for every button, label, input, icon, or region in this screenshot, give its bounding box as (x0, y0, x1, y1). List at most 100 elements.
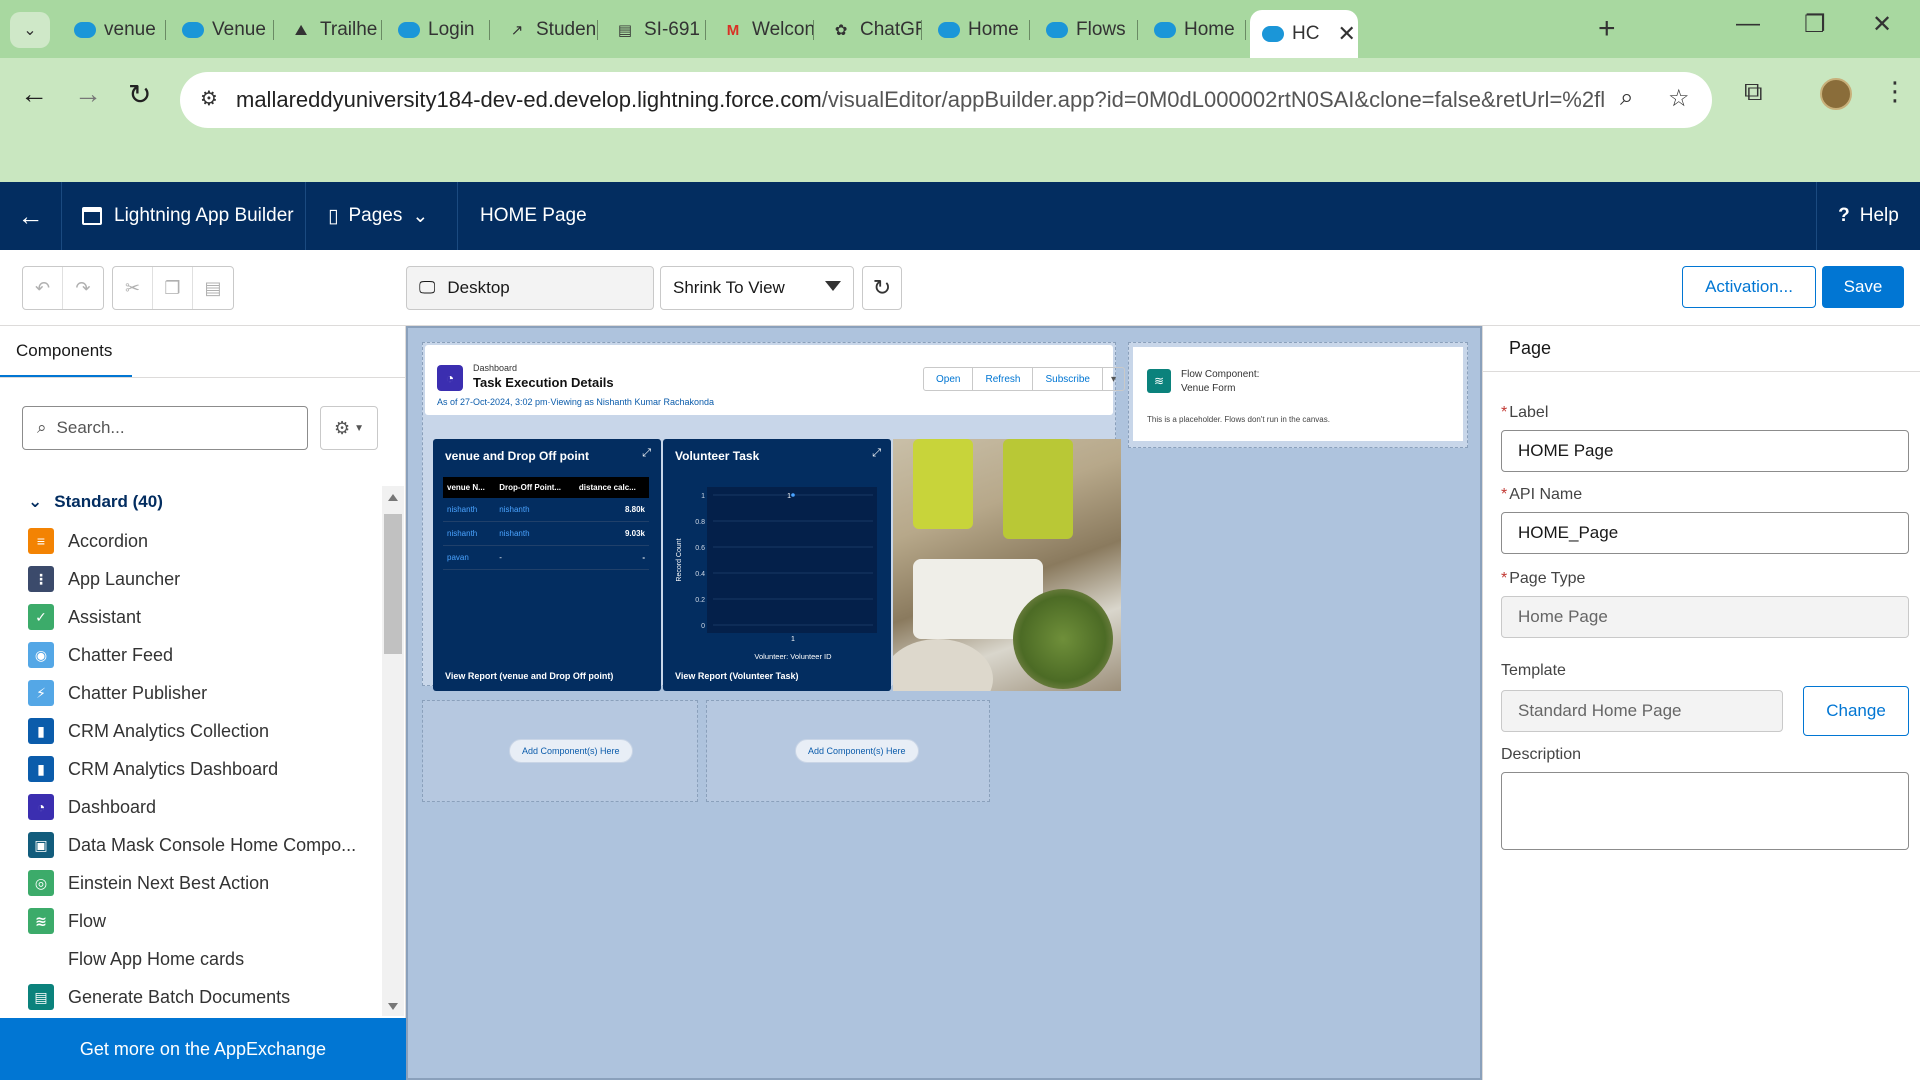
column-header: Drop-Off Point... (495, 477, 575, 498)
site-info-icon[interactable]: ⚙ (200, 86, 226, 112)
section-standard[interactable]: ⌄ Standard (40) (28, 492, 163, 512)
browser-tab[interactable]: Flows (1034, 10, 1138, 50)
tab-components[interactable]: Components (0, 326, 132, 378)
add-component-button[interactable]: Add Component(s) Here (795, 739, 919, 763)
component-search-input[interactable]: ⌕ Search... (22, 406, 308, 450)
close-tab-icon[interactable]: ✕ (1337, 21, 1355, 47)
table-cell[interactable]: nishanth (495, 521, 575, 546)
component-item[interactable]: ▮ CRM Analytics Dashboard (28, 750, 378, 788)
back-button[interactable]: ← (20, 78, 48, 110)
help-button[interactable]: ? Help (1816, 182, 1920, 250)
component-list-scrollbar[interactable] (382, 486, 404, 1016)
browser-tab[interactable]: ⛰ Trailhe (278, 10, 382, 50)
salesforce-cloud-icon (398, 19, 420, 41)
table-cell[interactable]: pavan (443, 545, 496, 570)
minimize-button[interactable]: — (1736, 10, 1760, 38)
dashboard-refresh-button[interactable]: Refresh (973, 368, 1034, 390)
browser-tab[interactable]: M Welcon (710, 10, 814, 50)
browser-tab[interactable]: HC ✕ (1250, 10, 1358, 58)
device-selector[interactable]: 🖵 Desktop (406, 266, 654, 310)
save-button[interactable]: Save (1822, 266, 1904, 308)
salesforce-cloud-icon (1262, 23, 1284, 45)
data-label: 1 (787, 493, 791, 500)
browser-tab[interactable]: Login (386, 10, 490, 50)
component-item[interactable]: ◉ Chatter Feed (28, 636, 378, 674)
copy-button[interactable]: ❐ (153, 267, 193, 309)
browser-tab[interactable]: venue (62, 10, 166, 50)
template-input: Standard Home Page (1501, 690, 1783, 732)
cut-button[interactable]: ✂ (113, 267, 153, 309)
tab-search-button[interactable]: ⌄ (10, 12, 50, 48)
component-item[interactable]: ▮ CRM Analytics Collection (28, 712, 378, 750)
browser-tab[interactable]: ✿ ChatGF (818, 10, 922, 50)
browser-tab[interactable]: Home (1142, 10, 1246, 50)
photo-person (893, 639, 993, 691)
bookmark-star-icon[interactable]: ☆ (1668, 84, 1690, 113)
component-item[interactable]: ≡ Accordion (28, 522, 378, 560)
forward-button[interactable]: → (74, 78, 102, 110)
table-cell[interactable]: nishanth (443, 521, 496, 546)
scroll-thumb[interactable] (384, 514, 402, 654)
component-settings-button[interactable]: ⚙ ▼ (320, 406, 378, 450)
component-item[interactable]: ⋮ App Launcher (28, 560, 378, 598)
browser-tab[interactable]: Venue (170, 10, 274, 50)
restore-button[interactable]: ❐ (1804, 10, 1826, 39)
close-window-button[interactable]: ✕ (1872, 10, 1892, 39)
component-item[interactable]: ▣ Data Mask Console Home Compo... (28, 826, 378, 864)
activation-button[interactable]: Activation... (1682, 266, 1816, 308)
browser-tab[interactable]: Home (926, 10, 1030, 50)
browser-tab[interactable]: ▤ SI-691 (602, 10, 706, 50)
volunteer-chart: 1 0.8 0.6 0.4 0.2 0 1 1 Volunteer: Volunteer ID R… (676, 487, 877, 661)
browser-tab-strip: ⌄ venue Venue ⛰ Trailhe Login ↗ Studen ▤ SI-691 M… (0, 0, 1920, 58)
label-input[interactable]: HOME Page (1501, 430, 1909, 472)
expand-icon[interactable]: ⤢ (872, 447, 881, 460)
tab-separator (489, 20, 490, 40)
caret-down-icon: ▼ (354, 422, 365, 434)
paste-button[interactable]: ▤ (193, 267, 233, 309)
component-item[interactable]: ⚡ Chatter Publisher (28, 674, 378, 712)
zoom-selector[interactable]: Shrink To View (660, 266, 854, 310)
view-report-link[interactable]: View Report (Volunteer Task) (675, 671, 799, 681)
y-tick-label: 1 (701, 493, 705, 500)
component-item[interactable]: ≋ Flow (28, 902, 378, 940)
dashboard-more-button[interactable]: ▾ (1103, 368, 1124, 390)
appexchange-link[interactable]: Get more on the AppExchange (0, 1018, 406, 1080)
component-item[interactable]: Flow App Home cards (28, 940, 378, 978)
scroll-up-arrow[interactable] (388, 494, 398, 501)
change-template-button[interactable]: Change (1803, 686, 1909, 736)
component-dropzone-left[interactable]: Add Component(s) Here (422, 700, 698, 802)
profile-avatar[interactable] (1820, 78, 1852, 110)
zoom-icon[interactable]: ⌕ (1620, 84, 1633, 112)
description-textarea[interactable] (1501, 772, 1909, 850)
dashboard-component[interactable]: ◔ Dashboard Task Execution Details As of… (422, 342, 1125, 691)
dashboard-subscribe-button[interactable]: Subscribe (1033, 368, 1103, 390)
pages-menu[interactable]: ▯ Pages ⌄ (306, 182, 458, 250)
component-item[interactable]: ▤ Generate Batch Documents (28, 978, 378, 1016)
back-to-setup-button[interactable]: ← (0, 182, 62, 250)
address-bar[interactable]: ⚙ mallareddyuniversity184-dev-ed.develop… (180, 72, 1712, 128)
reload-button[interactable]: ↻ (128, 78, 151, 111)
expand-icon[interactable]: ⤢ (642, 447, 651, 460)
table-cell[interactable]: nishanth (443, 498, 496, 522)
url-text[interactable]: mallareddyuniversity184-dev-ed.develop.l… (236, 87, 1606, 113)
component-dropzone-right[interactable]: Add Component(s) Here (706, 700, 990, 802)
table-cell[interactable]: nishanth (495, 498, 575, 522)
refresh-canvas-button[interactable]: ↻ (862, 266, 902, 310)
salesforce-cloud-icon (74, 19, 96, 41)
new-tab-button[interactable]: + (1598, 12, 1616, 46)
redo-button[interactable]: ↷ (63, 267, 103, 309)
browser-tab[interactable]: ↗ Studen (494, 10, 598, 50)
extensions-icon[interactable]: ⧉ (1744, 76, 1763, 108)
component-item[interactable]: ✓ Assistant (28, 598, 378, 636)
component-item[interactable]: ◔ Dashboard (28, 788, 378, 826)
view-report-link[interactable]: View Report (venue and Drop Off point) (445, 671, 613, 681)
add-component-button[interactable]: Add Component(s) Here (509, 739, 633, 763)
flow-component[interactable]: ≋ Flow Component: Venue Form This is a p… (1128, 342, 1468, 448)
undo-button[interactable]: ↶ (23, 267, 63, 309)
component-item[interactable]: ◎ Einstein Next Best Action (28, 864, 378, 902)
scroll-down-arrow[interactable] (388, 1003, 398, 1010)
menu-kebab-icon[interactable]: ⋮ (1882, 76, 1908, 107)
dashboard-open-button[interactable]: Open (924, 368, 974, 390)
api-name-input[interactable]: HOME_Page (1501, 512, 1909, 554)
component-label: CRM Analytics Dashboard (68, 758, 279, 779)
